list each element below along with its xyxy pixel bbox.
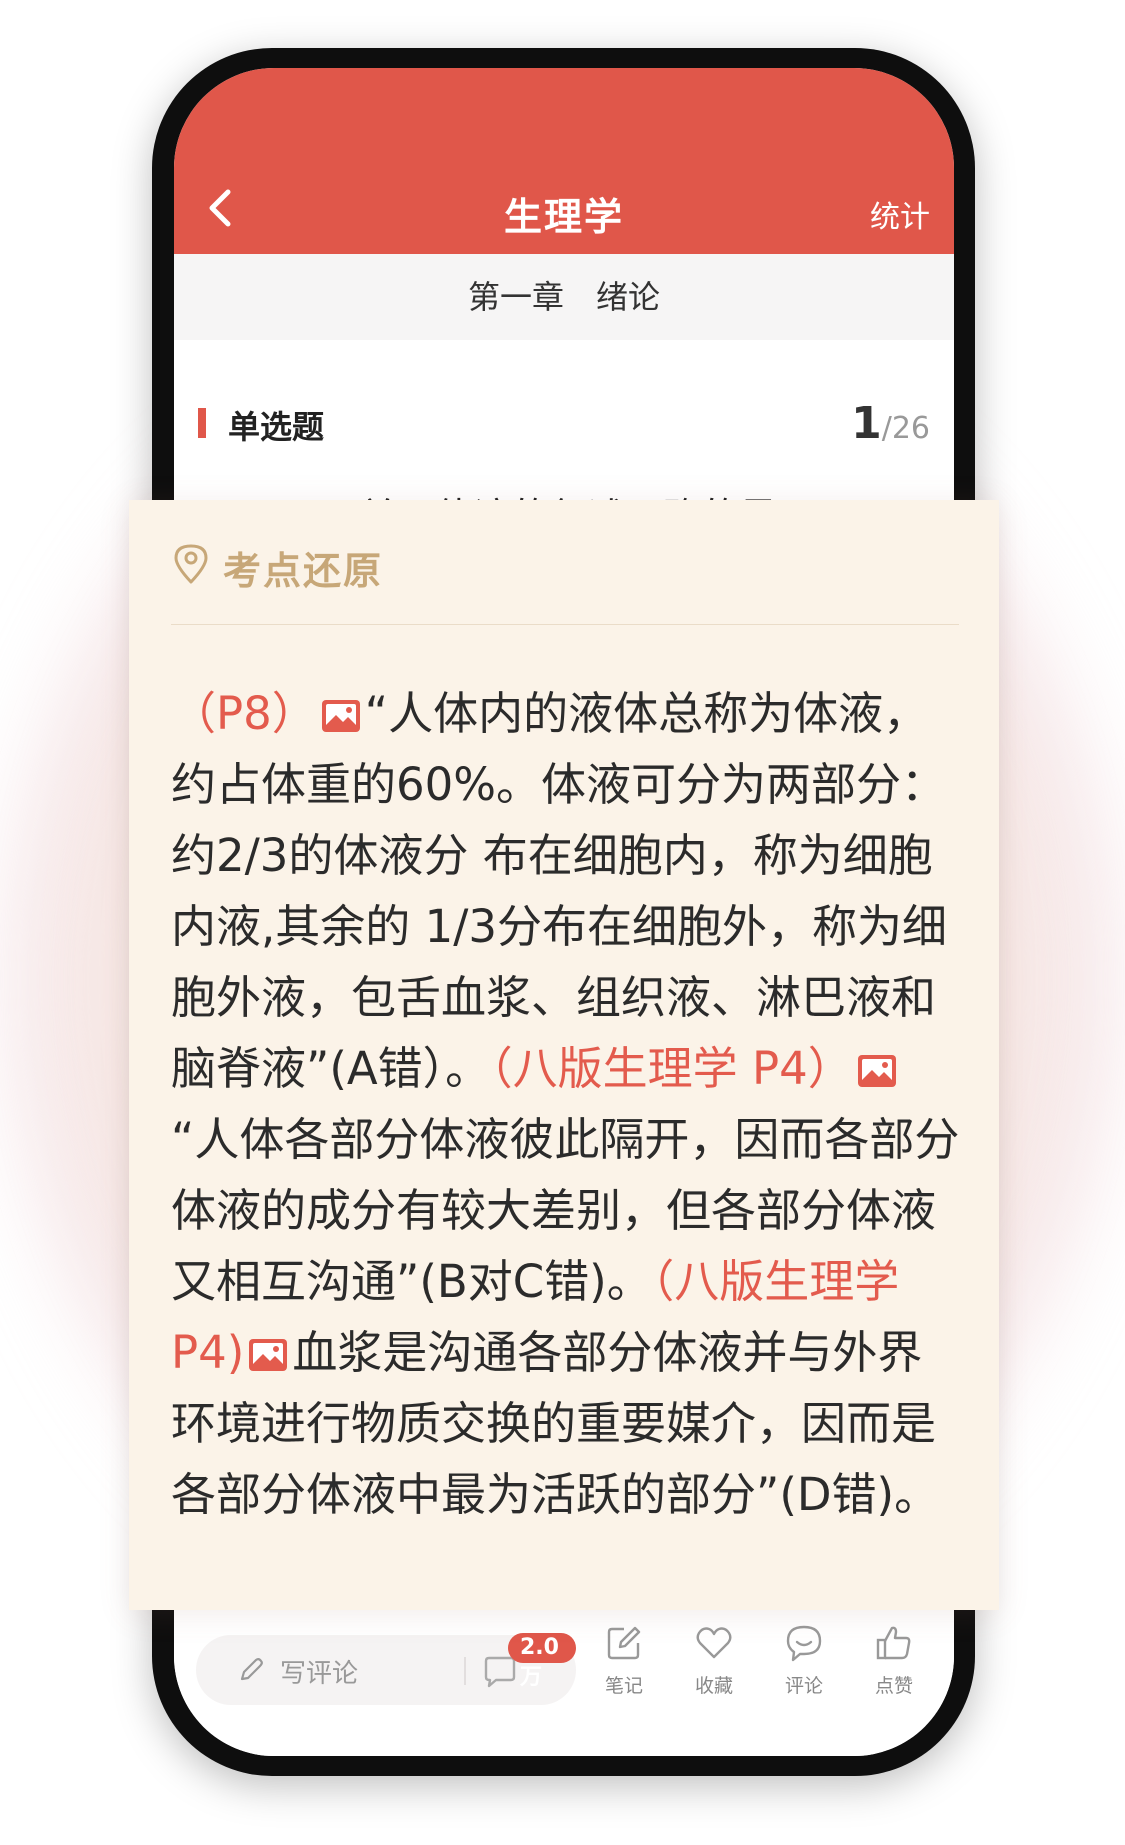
bottom-action-bar: 写评论 2.0万 笔记 收藏 评论 点赞: [174, 1598, 954, 1756]
pen-icon: [240, 1658, 263, 1681]
heart-icon: [696, 1627, 732, 1659]
explanation-card: 考点还原 （P8） “人体内的液体总称为体液，约占体重的60%。体液可分为两部分：…: [129, 500, 999, 1610]
note-button[interactable]: 笔记: [584, 1623, 664, 1698]
explanation-text: （P8） “人体内的液体总称为体液，约占体重的60%。体液可分为两部分：约2/3的…: [171, 678, 966, 1530]
favorite-button[interactable]: 收藏: [674, 1623, 754, 1698]
thumbs-up-icon: [876, 1626, 911, 1660]
comments-icon[interactable]: [482, 1655, 518, 1689]
comment-count-badge: 2.0万: [508, 1633, 576, 1690]
top-navigation-bar: 生理学 统计: [174, 68, 954, 254]
location-pin-icon: [174, 544, 208, 584]
current-question-number: 1: [851, 398, 882, 449]
reference-label: （八版生理学 P4）: [490, 1042, 853, 1095]
total-questions: /26: [881, 411, 930, 446]
question-type-label: 单选题: [228, 408, 325, 446]
write-comment-input[interactable]: 写评论 2.0万: [196, 1633, 576, 1705]
image-icon[interactable]: [248, 1338, 288, 1372]
question-type-marker: [198, 408, 206, 438]
image-icon[interactable]: [321, 699, 361, 733]
note-edit-icon: [607, 1626, 641, 1660]
comment-bubble-icon: [786, 1625, 822, 1662]
card-title: 考点还原: [223, 549, 384, 593]
favorite-label: 收藏: [694, 1675, 733, 1697]
like-label: 点赞: [874, 1675, 913, 1697]
pill-divider: [464, 1657, 466, 1685]
note-label: 笔记: [604, 1675, 643, 1697]
comment-button[interactable]: 评论: [764, 1623, 844, 1698]
explanation-paragraph: “人体内的液体总称为体液，约占体重的60%。体液可分为两部分：约2/3的体液分 …: [171, 687, 948, 1095]
chapter-title: 第一章 绪论: [174, 254, 954, 340]
stats-button[interactable]: 统计: [870, 192, 930, 236]
reference-label: （P8）: [171, 687, 317, 740]
comment-placeholder: 写评论: [280, 1659, 359, 1689]
page-title: 生理学: [503, 195, 624, 239]
question-progress: 1/26: [851, 398, 930, 449]
comment-label: 评论: [784, 1675, 823, 1697]
like-button[interactable]: 点赞: [854, 1623, 934, 1698]
card-divider: [171, 624, 959, 625]
image-icon[interactable]: [857, 1054, 897, 1088]
